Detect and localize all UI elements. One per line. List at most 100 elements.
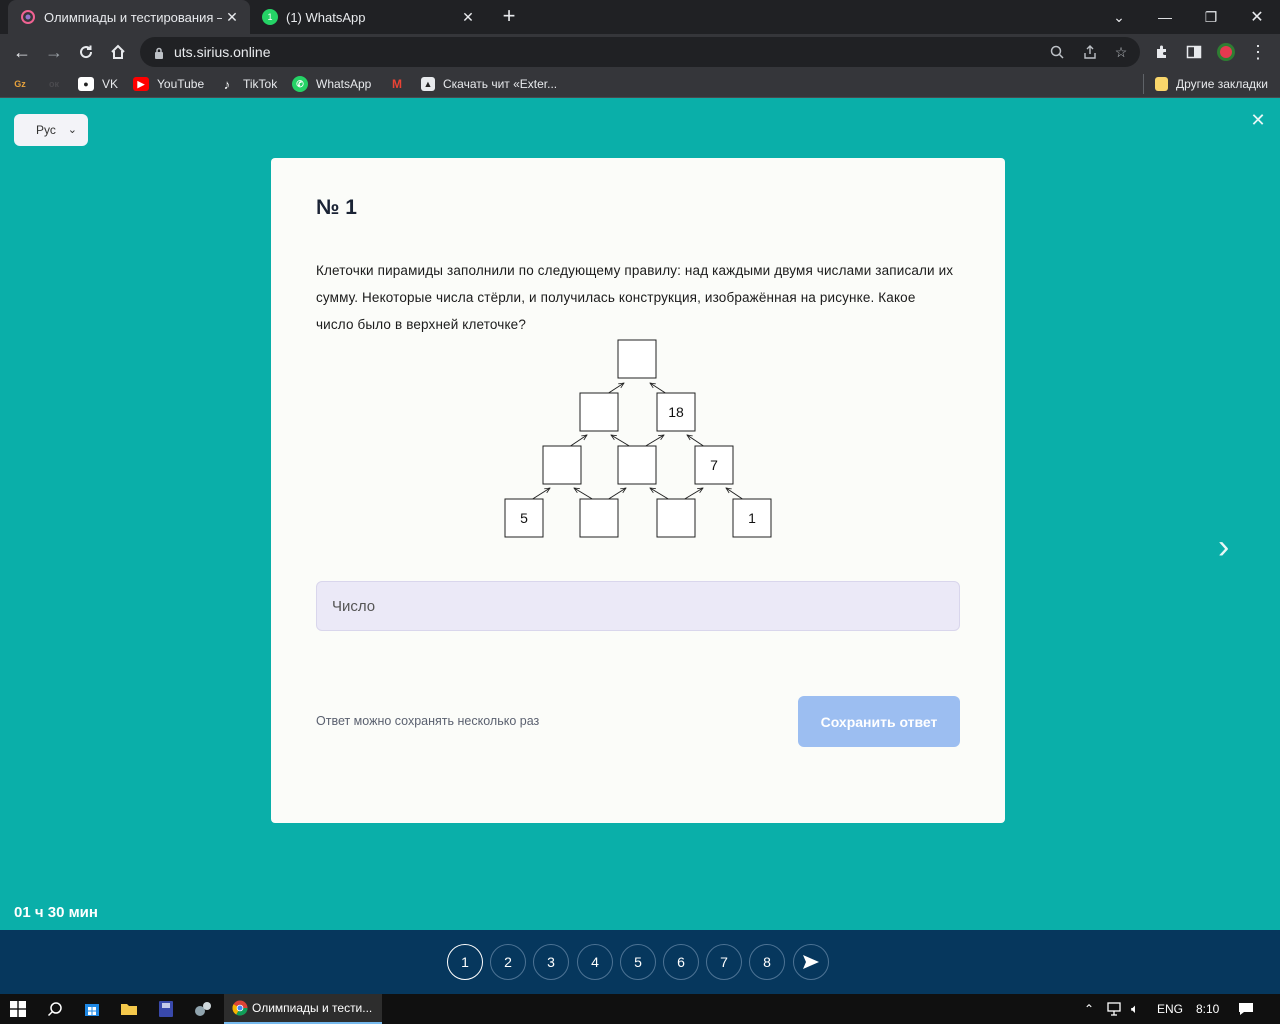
windows-start-icon[interactable] [0, 994, 36, 1024]
gmail-icon: M [392, 77, 402, 91]
other-bookmarks-label: Другие закладки [1176, 77, 1268, 91]
save-answer-button[interactable]: Сохранить ответ [798, 696, 960, 747]
bookmark-vk[interactable]: ● VK [78, 74, 118, 94]
tiktok-icon: ♪ [223, 76, 231, 92]
clock-time[interactable]: 8:10 [1196, 994, 1219, 1024]
bookmark-youtube[interactable]: ▶ YouTube [133, 74, 204, 94]
question-nav-button-7[interactable]: 7 [706, 944, 742, 980]
forward-icon[interactable]: → [40, 38, 68, 66]
bookmark-ok[interactable]: ок [46, 74, 62, 94]
back-icon[interactable]: ← [8, 38, 36, 66]
question-nav-button-3[interactable]: 3 [533, 944, 569, 980]
app-icon[interactable] [150, 994, 182, 1024]
question-text: Клеточки пирамиды заполнили по следующем… [316, 263, 954, 332]
browser-tab-bar: Олимпиады и тестирования — ✕ 1 (1) Whats… [0, 0, 1280, 34]
pyramid-cell [579, 498, 619, 538]
whatsapp-favicon-icon: 1 [262, 9, 278, 25]
timer-text: 01 ч 30 мин [14, 904, 98, 921]
home-icon[interactable] [104, 38, 132, 66]
bookmark-cheat[interactable]: ▲ Скачать чит «Exter... [421, 74, 557, 94]
keyboard-language[interactable]: ENG [1157, 994, 1183, 1024]
question-nav-button-4[interactable]: 4 [577, 944, 613, 980]
bookmark-label: TikTok [243, 77, 278, 91]
bookmark-gmail[interactable]: M [389, 74, 405, 94]
bookmarks-bar: Gz ок ● VK ▶ YouTube ♪ TikTok ✆ WhatsApp… [0, 70, 1280, 98]
close-window-button[interactable]: ✕ [1234, 0, 1280, 34]
pyramid-value: 1 [748, 510, 756, 526]
extensions-icon[interactable] [1148, 38, 1176, 66]
url-text: uts.sirius.online [174, 44, 271, 60]
bookmarks-divider [1143, 74, 1144, 94]
other-bookmarks[interactable]: Другие закладки [1155, 74, 1268, 94]
question-navigation-bar: 1 2 3 4 5 6 7 8 [0, 930, 1280, 994]
pyramid-cell [579, 392, 619, 432]
question-nav-button-6[interactable]: 6 [663, 944, 699, 980]
vk-icon: ● [78, 77, 94, 91]
search-icon[interactable] [38, 994, 72, 1024]
tab-close-icon[interactable]: ✕ [222, 9, 242, 26]
pyramid-cell-top [617, 339, 657, 379]
pyramid-value: 5 [520, 510, 528, 526]
pyramid-cell [542, 445, 582, 485]
tab-whatsapp[interactable]: 1 (1) WhatsApp ✕ [250, 0, 486, 34]
share-icon[interactable] [1079, 41, 1101, 63]
browser-toolbar: ← → uts.sirius.online ☆ ⋮ [0, 34, 1280, 70]
address-bar[interactable]: uts.sirius.online ☆ [140, 37, 1140, 67]
question-nav-button-5[interactable]: 5 [620, 944, 656, 980]
minimize-button[interactable]: — [1142, 0, 1188, 34]
bookmark-star-icon[interactable]: ☆ [1110, 41, 1132, 63]
question-number: № 1 [316, 196, 357, 219]
sirius-favicon-icon [20, 9, 36, 25]
notifications-icon[interactable] [1238, 994, 1254, 1024]
network-icon[interactable] [1107, 994, 1125, 1024]
tab-search-icon[interactable]: ⌄ [1096, 0, 1142, 34]
tab-title: (1) WhatsApp [286, 9, 366, 25]
youtube-icon: ▶ [133, 77, 149, 91]
zoom-icon[interactable] [1046, 41, 1068, 63]
bookmark-tiktok[interactable]: ♪ TikTok [219, 74, 277, 94]
pyramid-cell [656, 498, 696, 538]
tray-chevron-up-icon[interactable]: ⌃ [1084, 994, 1094, 1024]
bookmark-whatsapp[interactable]: ✆ WhatsApp [292, 74, 371, 94]
answer-input[interactable] [316, 581, 960, 631]
taskbar-window-label: Олимпиады и тести... [252, 1001, 373, 1015]
close-icon[interactable]: ✕ [1249, 111, 1267, 129]
side-panel-icon[interactable] [1180, 38, 1208, 66]
profile-avatar[interactable] [1212, 38, 1240, 66]
pyramid-value: 18 [668, 404, 684, 420]
save-hint-text: Ответ можно сохранять несколько раз [316, 714, 540, 728]
next-question-arrow-icon[interactable]: › [1218, 530, 1242, 564]
bookmark-gz[interactable]: Gz [12, 74, 28, 94]
question-nav-button-2[interactable]: 2 [490, 944, 526, 980]
question-nav-button-1[interactable]: 1 [447, 944, 483, 980]
restore-button[interactable]: ❐ [1188, 0, 1234, 34]
number-pyramid-figure: 18 7 5 1 [504, 339, 772, 538]
chrome-icon [232, 1000, 248, 1016]
whatsapp-icon: ✆ [292, 76, 308, 92]
tab-close-icon[interactable]: ✕ [458, 9, 478, 26]
bookmark-label: YouTube [157, 77, 205, 91]
gz-icon: Gz [14, 79, 26, 89]
tab-title: Олимпиады и тестирования — [44, 9, 222, 25]
question-card: № 1 Клеточки пирамиды заполнили по следу… [271, 158, 1005, 823]
page-icon: ▲ [421, 77, 435, 91]
lock-icon [154, 46, 164, 59]
tab-olympiads[interactable]: Олимпиады и тестирования — ✕ [8, 0, 250, 34]
language-select[interactable]: Рус ⌄ [14, 114, 88, 146]
question-nav-button-8[interactable]: 8 [749, 944, 785, 980]
bookmark-label: WhatsApp [316, 77, 372, 91]
windows-taskbar: Олимпиады и тести... ⌃ 🔈︎ ENG 8:10 [0, 994, 1280, 1024]
chevron-down-icon: ⌄ [67, 124, 77, 136]
reload-icon[interactable] [72, 38, 100, 66]
volume-icon[interactable]: 🔈︎ [1131, 994, 1139, 1024]
taskbar-chrome-window[interactable]: Олимпиады и тести... [224, 994, 382, 1024]
tools-icon[interactable] [186, 994, 220, 1024]
store-icon[interactable] [76, 994, 108, 1024]
menu-icon[interactable]: ⋮ [1244, 38, 1272, 66]
new-tab-button[interactable]: + [498, 5, 520, 28]
folder-icon [1155, 77, 1168, 91]
pyramid-value: 7 [710, 457, 718, 473]
send-icon[interactable] [793, 944, 829, 980]
file-explorer-icon[interactable] [112, 994, 146, 1024]
pyramid-cell [617, 445, 657, 485]
